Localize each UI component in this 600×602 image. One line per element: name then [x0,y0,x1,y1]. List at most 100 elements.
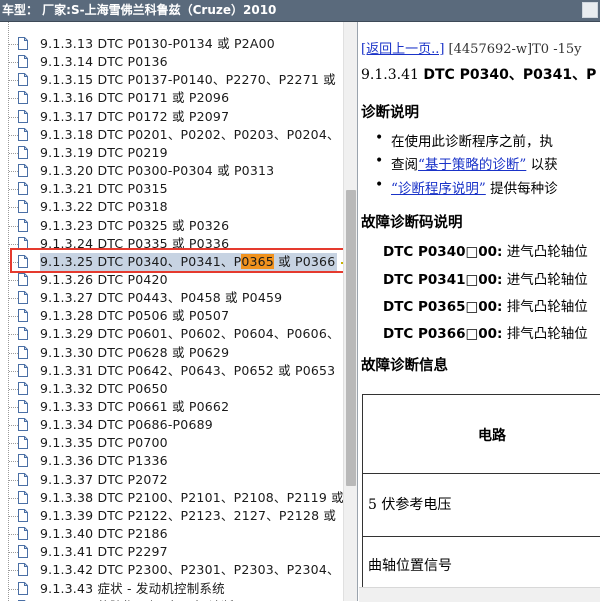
document-top-bar: [返回上一页..] [4457692-w]T0 -15y [361,38,581,57]
table-cell: 5 伏参考电压 [368,497,452,513]
tree-item-label: 9.1.3.15 DTC P0137-P0140、P2270、P2271 或 [40,72,336,88]
tree-vertical-scrollbar[interactable] [343,22,357,601]
tree-connector [9,352,18,354]
tree-item-label: 9.1.3.41 DTC P2297 [40,544,168,560]
diagnostic-procedure-link[interactable]: “诊断程序说明” [391,181,486,197]
strategy-based-diagnosis-link[interactable]: “基于策略的诊断” [418,157,526,173]
tree-item[interactable]: 9.1.3.41 DTC P2297 [0,543,343,561]
tree-connector [9,370,18,372]
table-cell: 曲轴位置信号 [368,558,452,574]
tree-connector [9,171,18,173]
tree-connector [9,44,18,45]
tree-item[interactable]: 9.1.3.22 DTC P0318 [0,198,343,216]
document-horizontal-scrollbar[interactable] [359,587,600,602]
tree-item[interactable]: 9.1.3.14 DTC P0136 [0,53,343,71]
document-title-codes: DTC P0340、P0341、P [423,67,597,83]
tree-item-label: 9.1.3.28 DTC P0506 或 P0507 [40,308,230,324]
document-icon [18,563,28,577]
tree-connector [9,552,18,554]
tree-item[interactable]: 9.1.3.31 DTC P0642、P0643、P0652 或 P0653 [0,362,343,380]
document-icon [18,145,28,159]
tree-connector [9,388,18,390]
circuit-table: 电路 5 伏参考电压 曲轴位置信号 [362,394,600,601]
tree-item[interactable]: 9.1.3.21 DTC P0315 [0,180,343,198]
document-icon [18,91,28,105]
tree-item[interactable]: 9.1.3.26 DTC P0420 [0,271,343,289]
document-icon [18,182,28,196]
tree-item[interactable]: 9.1.3.32 DTC P0650 [0,380,343,398]
dtc-description: 排气凸轮轴位 [502,299,588,315]
tree-item[interactable]: 9.1.3.27 DTC P0443、P0458 或 P0459 [0,289,343,307]
section-dtc-descriptors: 故障诊断码说明 [361,214,463,231]
document-icon [18,218,28,232]
tree-item-label: 9.1.3.20 DTC P0300-P0304 或 P0313 [40,163,275,179]
document-icon [18,400,28,413]
bullet-2-prefix: 查阅 [391,157,418,173]
dtc-line: DTC P0340□00: 进气凸轮轴位 [383,240,588,260]
document-icon [18,472,28,486]
tree-item[interactable]: 9.1.3.35 DTC P0700 [0,434,343,452]
dtc-description: 进气凸轮轴位 [502,244,588,260]
tree-connector [9,243,18,245]
dtc-description: 进气凸轮轴位 [502,272,588,288]
tree-item[interactable]: 9.1.3.36 DTC P1336 [0,452,343,470]
tree-item[interactable]: 9.1.3.37 DTC P2072 [0,471,343,489]
tree-item-label: 9.1.3.21 DTC P0315 [40,181,168,197]
tree-item[interactable]: 9.1.3.18 DTC P0201、P0202、P0203、P0204、 [0,126,343,144]
dtc-description: 排气凸轮轴位 [502,326,588,342]
window-restore-icon[interactable] [582,2,598,18]
table-header-circuit: 电路 [478,428,506,444]
tree-item[interactable]: 9.1.3.19 DTC P0219 [0,144,343,162]
document-pane: [返回上一页..] [4457692-w]T0 -15y 9.1.3.41 DT… [359,22,600,601]
tree-item[interactable]: 9.1.3.28 DTC P0506 或 P0507 [0,307,343,325]
table-header-row: 电路 [363,395,600,474]
document-icon [18,291,28,305]
section-diagnostic-information: 故障诊断信息 [361,357,448,374]
window-title-bar: 车型： 厂家:S-上海雪佛兰科鲁兹（Cruze）2010 [0,0,600,22]
dtc-code: DTC P0366□00: [383,326,503,342]
tree-item-label: 9.1.3.32 DTC P0650 [40,380,168,396]
document-icon [18,272,28,286]
tree-item[interactable]: 9.1.3.40 DTC P2186 [0,525,343,543]
tree-item-label: 9.1.3.14 DTC P0136 [40,54,168,70]
tree-connector [9,570,18,572]
tree-item-label: 9.1.3.26 DTC P0420 [40,271,168,287]
document-icon [18,581,28,595]
tree-connector [9,497,18,499]
document-icon [18,73,28,87]
tree-connector [9,279,18,281]
tree-item[interactable]: 9.1.3.42 DTC P2300、P2301、P2303、P2304、 [0,561,343,579]
tree-item[interactable]: 9.1.3.39 DTC P2122、P2123、2127、P2128 或 [0,507,343,525]
document-icon [18,327,28,341]
window-title: 车型： 厂家:S-上海雪佛兰科鲁兹（Cruze）2010 [2,3,277,17]
tree-item[interactable]: 9.1.3.34 DTC P0686-P0689 [0,416,343,434]
tree-item[interactable]: 9.1.3.23 DTC P0325 或 P0326 [0,217,343,235]
tree-item-label: 9.1.3.18 DTC P0201、P0202、P0203、P0204、 [40,126,340,142]
tree-item[interactable]: 9.1.3.13 DTC P0130-P0134 或 P2A00 [0,35,343,53]
tree-item[interactable]: 9.1.3.44 故障指示灯（MIL）诊断 [0,598,343,601]
tree-item-label: 9.1.3.35 DTC P0700 [40,435,168,451]
back-link[interactable]: [返回上一页..] [361,42,444,57]
document-icon [18,454,28,468]
document-icon [18,363,28,377]
tree-item[interactable]: 9.1.3.17 DTC P0172 或 P2097 [0,108,343,126]
tree-item[interactable]: 9.1.3.15 DTC P0137-P0140、P2270、P2271 或 [0,71,343,89]
tree-connector [9,116,18,118]
tree-item-label: 9.1.3.19 DTC P0219 [40,144,168,160]
tree-item-label: 9.1.3.22 DTC P0318 [40,199,168,215]
tree-item-label: 9.1.3.37 DTC P2072 [40,471,168,487]
tree-item[interactable]: 9.1.3.38 DTC P2100、P2101、P2108、P2119 或 [0,489,343,507]
tree-item[interactable]: 9.1.3.29 DTC P0601、P0602、P0604、P0606、 [0,325,343,343]
tree-connector [9,461,18,463]
tree-item[interactable]: 9.1.3.16 DTC P0171 或 P2096 [0,89,343,107]
tree-connector [9,189,18,191]
tree-item[interactable]: 9.1.3.43 症状 - 发动机控制系统 [0,580,343,598]
tree-item-label: 9.1.3.13 DTC P0130-P0134 或 P2A00 [40,36,275,51]
tree-item[interactable]: 9.1.3.20 DTC P0300-P0304 或 P0313 [0,162,343,180]
tree-item[interactable]: 9.1.3.30 DTC P0628 或 P0629 [0,344,343,362]
section-diagnostic-instructions: 诊断说明 [361,104,419,121]
tree-connector [9,425,18,427]
tree-scrollbar-thumb[interactable] [346,190,356,486]
tree-item[interactable]: 9.1.3.33 DTC P0661 或 P0662 [0,398,343,416]
document-icon [18,381,28,395]
